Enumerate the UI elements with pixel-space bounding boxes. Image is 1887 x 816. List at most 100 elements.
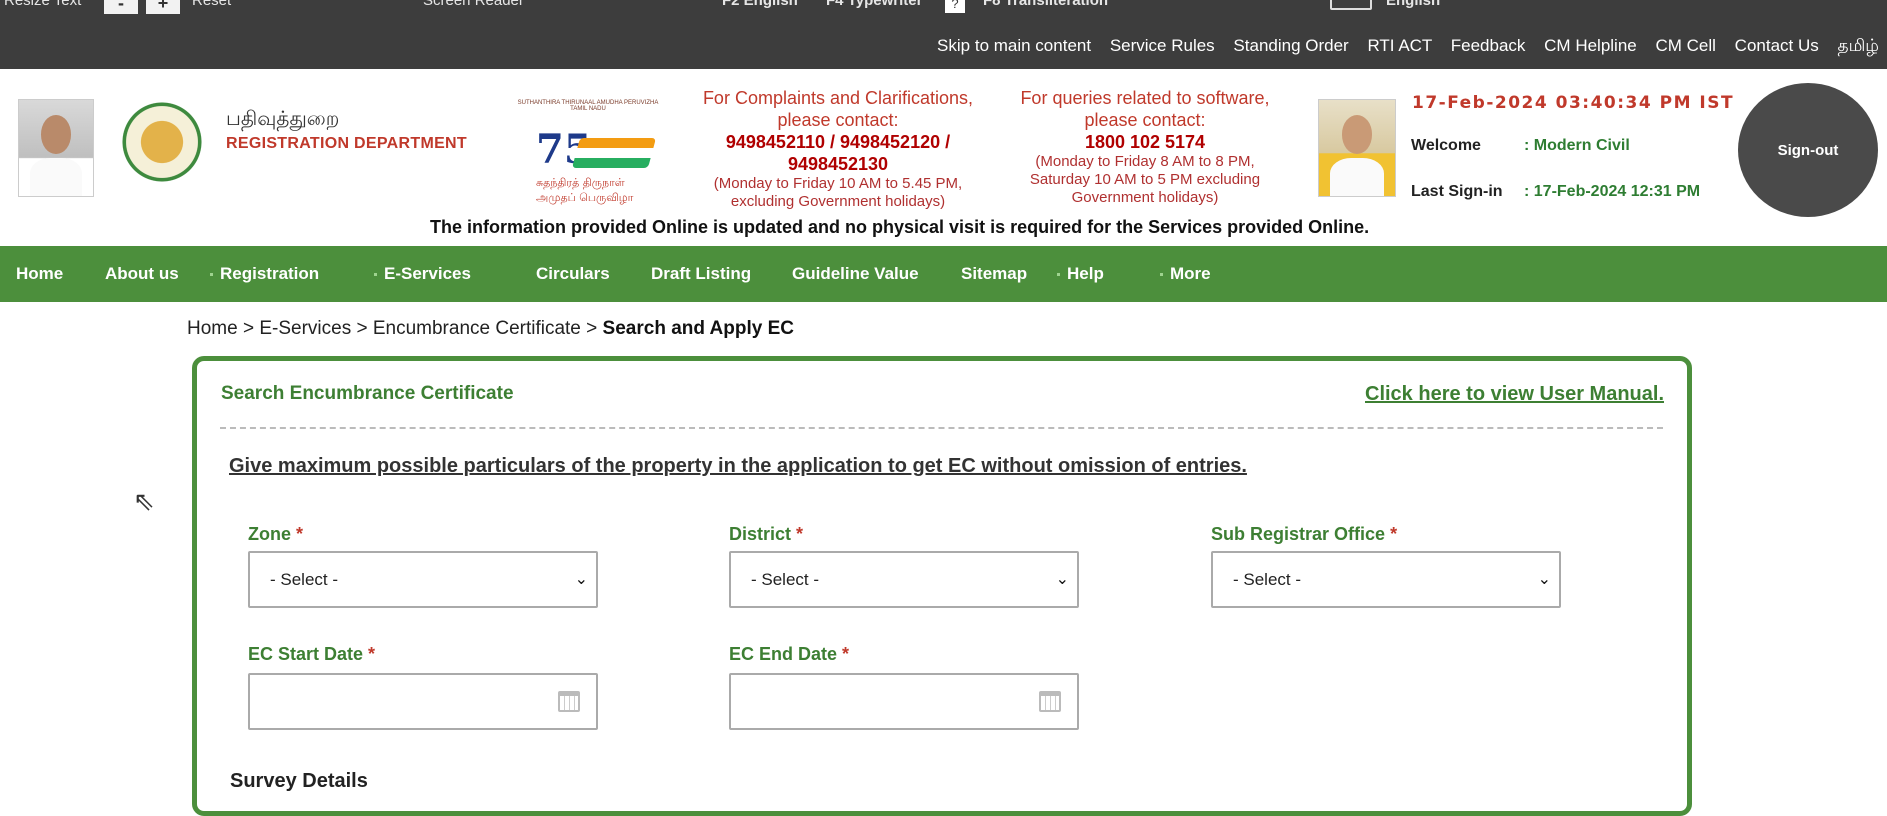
title-divider [220, 427, 1663, 429]
required-marker: * [296, 524, 304, 544]
zone-select[interactable]: - Select - ⌄ [248, 551, 598, 608]
software-hours: (Monday to Friday 8 AM to 8 PM, [1035, 153, 1255, 170]
district-select-value: - Select - [751, 569, 820, 589]
ec-start-date-input[interactable] [248, 673, 598, 730]
ec-start-label-text: EC Start Date [248, 644, 364, 664]
district-label: District * [729, 524, 803, 545]
welcome-user-name: : Modern Civil [1524, 137, 1630, 154]
required-marker: * [368, 644, 376, 664]
software-contact-block: For queries related to software, please … [1005, 87, 1285, 207]
main-navigation: Home About us Registration E-Services Ci… [0, 246, 1887, 302]
sub-registrar-office-select[interactable]: - Select - ⌄ [1211, 551, 1561, 608]
screen-reader-link[interactable]: Screen Reader [423, 0, 524, 9]
zone-label: Zone * [248, 524, 303, 545]
portrait-face [41, 115, 71, 154]
required-marker: * [796, 524, 804, 544]
f8-transliteration-option[interactable]: F8 Transliteration [983, 0, 1108, 9]
reset-text-button[interactable]: Reset [192, 0, 231, 9]
sro-select-value: - Select - [1233, 569, 1302, 589]
flag-ribbon-icon [571, 138, 657, 168]
zone-label-text: Zone [248, 524, 291, 544]
help-question-icon[interactable]: ? [945, 0, 965, 13]
survey-details-heading: Survey Details [230, 770, 368, 792]
nav-more[interactable]: More [1170, 264, 1211, 284]
current-datetime: 17-Feb-2024 03:40:34 PM IST [1412, 93, 1735, 113]
required-marker: * [1390, 524, 1398, 544]
azadi-caption: SUTHANTHIRA THIRUNAAL AMUDHA PERUVIZHA T… [517, 100, 659, 112]
f2-english-option[interactable]: F2 English [722, 0, 798, 9]
azadi-amrit-logo: SUTHANTHIRA THIRUNAAL AMUDHA PERUVIZHA T… [506, 96, 666, 204]
calendar-icon[interactable] [1039, 691, 1061, 712]
rti-act-link[interactable]: RTI ACT [1367, 36, 1432, 55]
contact-us-link[interactable]: Contact Us [1735, 36, 1819, 55]
sro-label-text: Sub Registrar Office [1211, 524, 1386, 544]
resize-text-label: Resize Text [4, 0, 82, 9]
standing-order-link[interactable]: Standing Order [1233, 36, 1348, 55]
nav-about-us[interactable]: About us [105, 264, 179, 284]
tamil-language-link[interactable]: தமிழ் [1838, 36, 1880, 56]
software-heading: For queries related to software, [1020, 88, 1270, 108]
cm-helpline-link[interactable]: CM Helpline [1544, 36, 1637, 55]
complaints-contact-block: For Complaints and Clarifications, pleas… [688, 87, 988, 211]
nav-guideline-value[interactable]: Guideline Value [792, 264, 919, 284]
complaints-number-extra: 9498452130 [787, 154, 889, 174]
ec-end-date-input[interactable] [729, 673, 1079, 730]
complaints-heading: For Complaints and Clarifications, [702, 88, 974, 108]
nav-help[interactable]: Help [1067, 264, 1104, 284]
software-helpline-number: 1800 102 5174 [1084, 132, 1206, 152]
dropdown-indicator-icon [210, 273, 213, 276]
top-utility-bar: Resize Text - + Reset Screen Reader F2 E… [0, 0, 1887, 69]
skip-to-main-link[interactable]: Skip to main content [937, 36, 1091, 55]
zone-select-value: - Select - [270, 569, 339, 589]
leader-portrait [1318, 99, 1396, 197]
nav-circulars[interactable]: Circulars [536, 264, 610, 284]
particulars-advice: Give maximum possible particulars of the… [229, 455, 1247, 477]
online-services-notice: The information provided Online is updat… [430, 217, 1370, 237]
chief-minister-photo [18, 99, 94, 197]
breadcrumb-path[interactable]: Home > E-Services > Encumbrance Certific… [187, 318, 603, 339]
welcome-label: Welcome [1411, 137, 1481, 154]
breadcrumb: Home > E-Services > Encumbrance Certific… [187, 318, 794, 340]
dropdown-indicator-icon [374, 273, 377, 276]
portrait-body [1330, 157, 1384, 196]
portrait-body [30, 157, 82, 196]
breadcrumb-current: Search and Apply EC [602, 318, 795, 339]
last-signin-label: Last Sign-in [1411, 183, 1503, 200]
ec-end-date-label: EC End Date * [729, 644, 849, 665]
nav-registration[interactable]: Registration [220, 264, 319, 284]
f4-typewriter-option[interactable]: F4 Typewriter [826, 0, 922, 9]
department-name-tamil: பதிவுத்துறை [226, 106, 340, 130]
decrease-text-button[interactable]: - [104, 0, 138, 14]
nav-home[interactable]: Home [16, 264, 63, 284]
keyboard-icon[interactable] [1330, 0, 1372, 10]
nav-sitemap[interactable]: Sitemap [961, 264, 1027, 284]
accessibility-row: Resize Text - + Reset Screen Reader F2 E… [0, 0, 1887, 16]
complaints-numbers: 9498452110 / 9498452120 / [725, 132, 951, 152]
nav-draft-listing[interactable]: Draft Listing [651, 264, 751, 284]
sign-out-button[interactable]: Sign-out [1738, 83, 1878, 217]
required-marker: * [842, 644, 850, 664]
chevron-down-icon: ⌄ [1055, 571, 1069, 588]
dropdown-indicator-icon [1057, 273, 1060, 276]
increase-text-button[interactable]: + [146, 0, 180, 14]
nav-e-services[interactable]: E-Services [384, 264, 471, 284]
top-links: Skip to main content Service Rules Stand… [923, 36, 1879, 58]
last-signin-value: : 17-Feb-2024 12:31 PM [1524, 183, 1701, 200]
chevron-down-icon: ⌄ [574, 571, 588, 588]
calendar-icon[interactable] [558, 691, 580, 712]
district-label-text: District [729, 524, 792, 544]
software-hours-saturday: Saturday 10 AM to 5 PM excluding [1029, 171, 1261, 188]
service-rules-link[interactable]: Service Rules [1110, 36, 1215, 55]
ec-end-label-text: EC End Date [729, 644, 838, 664]
cm-cell-link[interactable]: CM Cell [1655, 36, 1715, 55]
tamil-nadu-emblem [121, 99, 203, 185]
language-select[interactable]: English [1386, 0, 1440, 9]
district-select[interactable]: - Select - ⌄ [729, 551, 1079, 608]
software-hours-note: Government holidays) [1071, 189, 1219, 206]
feedback-link[interactable]: Feedback [1451, 36, 1526, 55]
azadi-tamil-caption: சுதந்திரத் திருநாள் அமுதப் பெருவிழா [536, 176, 634, 204]
dropdown-indicator-icon [1160, 273, 1163, 276]
user-manual-link[interactable]: Click here to view User Manual. [1365, 383, 1664, 406]
mouse-pointer-icon: ⇖ [133, 486, 155, 516]
department-name-english: REGISTRATION DEPARTMENT [226, 135, 467, 152]
